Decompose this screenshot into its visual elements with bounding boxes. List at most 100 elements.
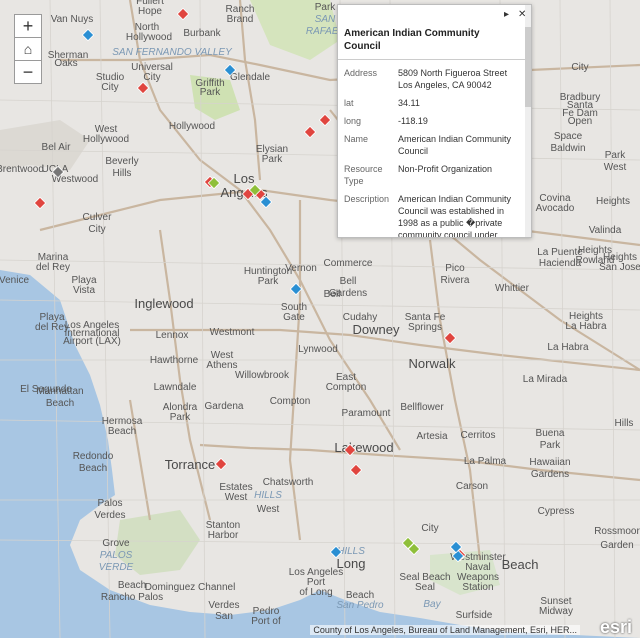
place-label: La Palma [464,456,507,467]
place-label: Gardena [205,401,244,412]
field-row: Resource Type Non-Profit Organization [342,160,522,190]
place-label: San [215,611,233,622]
zoom-out-button[interactable]: − [14,60,42,84]
place-label: Redondo [73,451,114,462]
field-row: Name American Indian Community Council [342,130,522,160]
place-label: Hollywood [83,134,129,145]
place-label: Commerce [324,258,373,269]
place-label: Beach [108,426,136,437]
place-label: Willowbrook [235,370,290,381]
place-label: Pico [445,263,465,274]
place-label: Athens [206,360,237,371]
place-label: Compton [270,396,311,407]
place-label: PALOS [100,550,133,561]
place-label: Gardens [329,288,367,299]
place-label: Grove [102,538,130,549]
place-label: La Habra [547,342,589,353]
popup-scroll-thumb[interactable] [525,27,531,107]
field-value: 34.11 [398,98,420,108]
place-label: City [421,523,438,534]
place-label: Glendale [230,72,270,83]
field-value: American Indian Community Council [398,134,512,156]
place-label: Vernon [285,263,317,274]
place-label: Hope [138,6,162,17]
field-row: long -118.19 [342,112,522,130]
place-label: Verdes [94,510,125,521]
place-label: La Habra [565,321,607,332]
place-label: Artesia [416,431,448,442]
place-label: Los [234,171,255,186]
place-label: Cypress [538,506,575,517]
next-feature-icon[interactable]: ▸ [504,9,509,20]
place-label: of Long [299,587,332,598]
home-button[interactable]: ⌂ [14,37,42,61]
place-label: Park [540,440,562,451]
attribution: County of Los Angeles, Bureau of Land Ma… [310,625,580,635]
place-label: Park [170,412,192,423]
field-value: American Indian Community Council was es… [398,194,512,238]
field-row: Address 5809 North Figueroa Street Los An… [342,64,522,94]
place-label: Hollywood [126,32,172,43]
place-label: Beverly [105,156,138,167]
place-label: Midway [539,606,573,617]
esri-logo: esri [599,617,632,637]
place-label: Gate [283,312,305,323]
place-label: Baldwin [550,143,585,154]
place-label: Rossmoor [594,526,640,537]
place-label: Lennox [156,330,189,341]
place-label: Paramount [342,408,391,419]
place-label: Culver [83,212,113,223]
map-canvas[interactable]: Van NuysBurbankNorthHollywoodShermanOaks… [0,0,640,638]
place-label: Burbank [183,28,221,39]
place-label: Airport (LAX) [63,336,121,347]
place-label: Hawthorne [150,355,199,366]
place-label: San Jose [599,262,640,273]
place-label: SAN FERNANDO VALLEY [112,47,233,58]
place-label: City [571,62,588,73]
place-label: Bel Air [42,142,72,153]
place-label: West [225,492,248,503]
place-label: Beach [79,463,107,474]
place-label: Westmont [210,327,255,338]
place-label: La Mirada [523,374,568,385]
place-label: Palos [97,498,122,509]
place-label: Open [568,116,592,127]
place-label: Park [258,276,280,287]
field-row: Description American Indian Community Cou… [342,190,522,238]
place-label: Hollywood [169,121,215,132]
place-label: Brentwood [0,164,44,175]
place-label: Bay [423,599,441,610]
field-key: Description [344,194,390,204]
place-label: Surfside [456,610,493,621]
popup-scrollbar[interactable] [525,5,531,237]
place-label: City [143,72,160,83]
place-label: del Rey [36,262,70,273]
place-label: Rivera [441,275,470,286]
place-label: Norwalk [409,356,456,371]
place-label: City [88,224,105,235]
place-label: HILLS [254,490,282,501]
place-label: Hills [615,418,634,429]
field-key: lat [344,98,354,108]
place-label: Whittier [495,283,530,294]
field-key: Resource Type [344,164,383,186]
place-label: Valinda [589,225,622,236]
place-label: Park [605,150,627,161]
zoom-in-button[interactable]: + [14,14,42,38]
field-value: -118.19 [398,116,428,126]
field-value: Non-Profit Organization [398,164,493,174]
popup-fields-table: Address 5809 North Figueroa Street Los An… [342,64,522,238]
place-label: Van Nuys [51,14,94,25]
field-key: long [344,116,362,126]
place-label: Harbor [208,530,239,541]
place-label: Bellflower [400,402,444,413]
place-label: Cerritos [460,430,495,441]
place-label: Port of [251,616,281,627]
place-label: Rancho Palos [101,592,163,603]
place-label: San Pedro [336,600,384,611]
place-label: Venice [0,275,29,286]
place-label: Buena [536,428,565,439]
place-label: City [101,82,118,93]
place-label: Park [262,154,284,165]
place-label: West [257,504,280,515]
